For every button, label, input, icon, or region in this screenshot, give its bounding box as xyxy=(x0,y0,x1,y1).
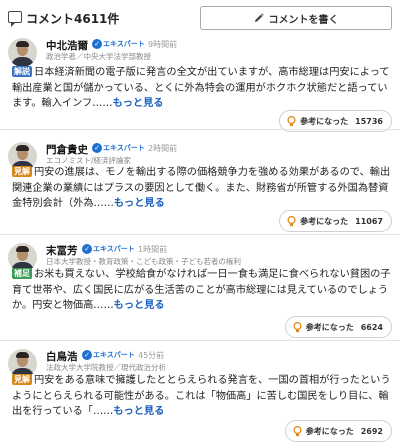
helpful-label: 参考になった xyxy=(300,116,349,126)
comment-icon xyxy=(8,11,22,27)
lightbulb-icon xyxy=(293,425,302,437)
comment-count-title: コメント4611件 xyxy=(26,12,120,26)
comment-time: 45分前 xyxy=(138,351,165,360)
comment-time: 9時間前 xyxy=(148,40,178,49)
comment-tag: 解説 xyxy=(12,66,32,77)
comment-body: 補足 お米も買えない、学校給食がなければ一日一食も満足に食べられない貧困の子育て世… xyxy=(12,267,392,314)
comment-tag: 見解 xyxy=(12,374,32,385)
read-more-link[interactable]: もっと見る xyxy=(114,300,165,311)
comment-body: 解説 日本経済新聞の電子版に発言の全文が出ていますが、高市総理は円安によって輸出産… xyxy=(12,65,392,112)
check-icon: ✓ xyxy=(82,350,92,360)
read-more-link[interactable]: もっと見る xyxy=(113,98,164,109)
expert-badge: ✓ エキスパート xyxy=(82,350,135,360)
write-comment-label: コメントを書く xyxy=(268,14,339,26)
check-icon: ✓ xyxy=(92,39,102,49)
comment-text: 円安をある意味で擁護したととらえられる発言を、一国の首相が行ったというようにとら… xyxy=(12,375,391,417)
helpful-count: 2692 xyxy=(360,426,383,436)
expert-badge: ✓ エキスパート xyxy=(92,39,145,49)
lightbulb-icon xyxy=(287,115,296,127)
comment-time: 1時間前 xyxy=(138,245,168,254)
check-icon: ✓ xyxy=(82,244,92,254)
expert-label: エキスパート xyxy=(103,40,145,48)
helpful-label: 参考になった xyxy=(305,426,354,436)
comment-body: 見解 円安をある意味で擁護したととらえられる発言を、一国の首相が行ったというように… xyxy=(12,373,392,420)
helpful-button[interactable]: 参考になった 11067 xyxy=(279,210,392,232)
check-icon: ✓ xyxy=(92,143,102,153)
avatar[interactable] xyxy=(8,38,37,67)
pencil-icon xyxy=(254,13,264,23)
expert-label: エキスパート xyxy=(93,351,135,359)
comment-body: 見解 円安の進展は、モノを輸出する際の価格競争力を強める効果があるので、輸出関連企… xyxy=(12,165,392,212)
lightbulb-icon xyxy=(287,215,296,227)
helpful-count: 6624 xyxy=(360,322,383,332)
commenter-title: 法政大学大学院教授／現代政治分析 xyxy=(46,363,166,372)
read-more-link[interactable]: もっと見る xyxy=(114,198,165,209)
expert-label: エキスパート xyxy=(103,144,145,152)
comment-tag: 補足 xyxy=(12,268,32,279)
comment-time: 2時間前 xyxy=(148,144,178,153)
helpful-button[interactable]: 参考になった 2692 xyxy=(284,420,392,442)
helpful-button[interactable]: 参考になった 6624 xyxy=(284,316,392,338)
divider xyxy=(0,234,400,235)
comments-header: コメント4611件 コメントを書く xyxy=(0,0,400,35)
comment-text: 円安の進展は、モノを輸出する際の価格競争力を強める効果があるので、輸出関連企業の… xyxy=(12,167,391,209)
read-more-link[interactable]: もっと見る xyxy=(113,406,164,417)
write-comment-button[interactable]: コメントを書く xyxy=(200,6,392,30)
helpful-count: 11067 xyxy=(355,216,383,226)
expert-badge: ✓ エキスパート xyxy=(92,143,145,153)
helpful-count: 15736 xyxy=(355,116,383,126)
helpful-label: 参考になった xyxy=(305,322,354,332)
expert-badge: ✓ エキスパート xyxy=(82,244,135,254)
divider xyxy=(0,129,400,130)
commenter-title: 日本大学教授・教育政策・こども政策・子ども若者の権利 xyxy=(46,257,241,266)
comment-text: お米も買えない、学校給食がなければ一日一食も満足に食べられない貧困の子育て世帯や… xyxy=(12,269,391,311)
comment-text: 日本経済新聞の電子版に発言の全文が出ていますが、高市総理は円安によって輸出産業と… xyxy=(12,67,390,109)
comment-tag: 見解 xyxy=(12,166,32,177)
helpful-label: 参考になった xyxy=(300,216,349,226)
expert-label: エキスパート xyxy=(93,245,135,253)
divider xyxy=(0,340,400,341)
lightbulb-icon xyxy=(293,321,302,333)
commenter-title: 政治学者／中央大学法学部教授 xyxy=(46,52,151,61)
